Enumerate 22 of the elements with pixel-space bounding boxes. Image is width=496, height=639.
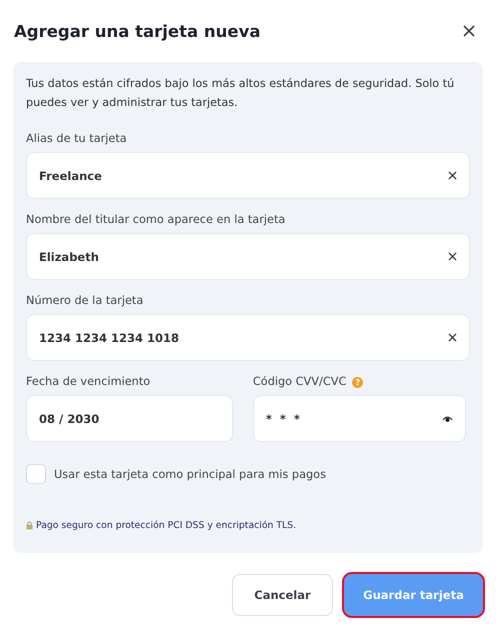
input-field[interactable]: Elizabeth [26,233,470,280]
checkbox[interactable] [26,464,46,484]
input-field[interactable]: 1234 1234 1234 1018 [26,314,470,361]
clear-icon[interactable] [448,333,457,342]
eye-icon[interactable] [442,414,453,422]
close-icon[interactable] [463,25,475,37]
field-label: Alias de tu tarjeta [26,132,128,146]
clear-icon[interactable] [448,171,457,180]
input-field[interactable]: * * * [252,395,466,442]
field-label: Código CVV/CVC [252,375,346,389]
field-label: Nombre del titular como aparece en la tarjeta [26,213,286,227]
security-note: Pago seguro con protección PCI DSS y encriptación TLS. [36,520,296,531]
input-field[interactable]: 08 / 2030 [26,395,233,442]
security-notice: Tus datos están cifrados bajo los más altos estándares de seguridad. Solo tú puedes ver y administrar tus tarjetas. [26,76,456,111]
checkbox-label: Usar esta tarjeta como principal para mis pagos [54,468,326,480]
clear-icon[interactable] [448,252,457,261]
lock-icon [26,521,33,530]
cancel-button[interactable]: Cancelar [232,574,333,616]
field-label: Número de la tarjeta [26,294,144,308]
field-label: Fecha de vencimiento [26,375,150,389]
input-field[interactable]: Freelance [26,152,470,199]
dialog-title: Agregar una tarjeta nueva [14,22,260,40]
